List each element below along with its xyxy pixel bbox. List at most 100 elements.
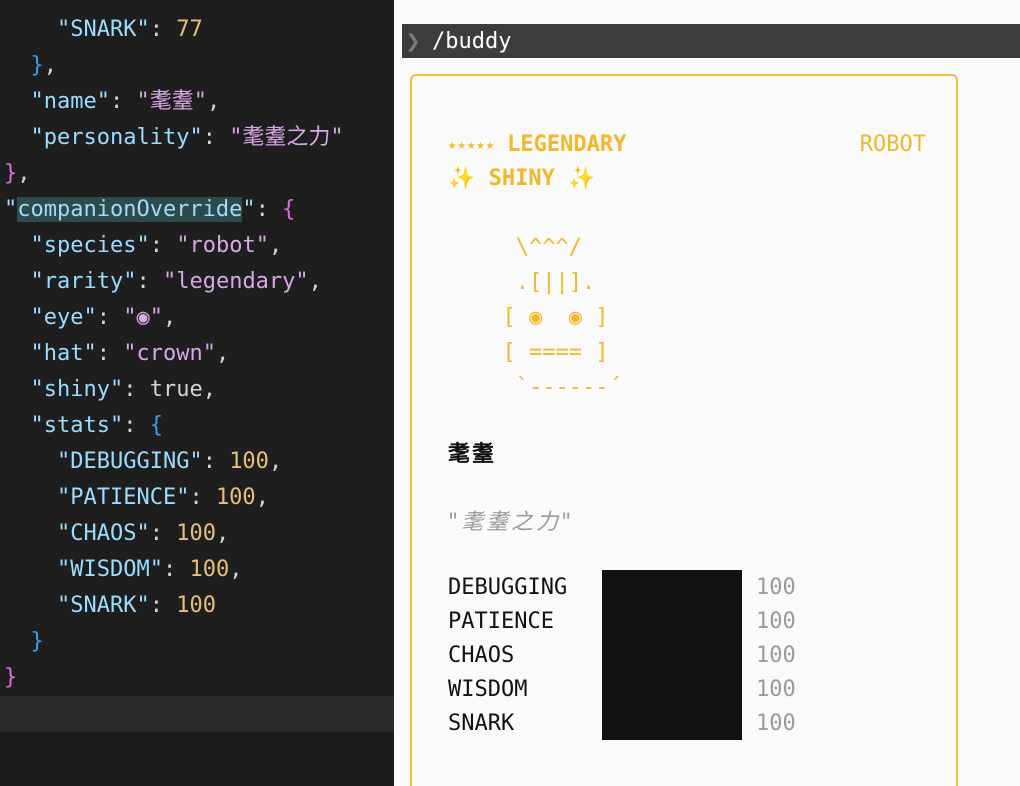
stat-value: 100 xyxy=(756,710,796,736)
code-line[interactable]: "name": "耄耋", xyxy=(4,84,221,120)
pet-name: 耄耋 xyxy=(448,442,497,467)
code-token: "crown" xyxy=(123,341,216,366)
stats-list: DEBUGGING 100 PATIENCE 100 CHAOS 100 WISDOM 100… xyxy=(448,570,928,740)
stat-value: 100 xyxy=(756,642,796,668)
shiny-row: ✨ SHINY ✨ xyxy=(448,166,596,191)
code-line[interactable]: "SNARK": 100 xyxy=(4,588,216,624)
code-token: , xyxy=(162,305,177,330)
code-token: "WISDOM" xyxy=(56,557,163,582)
code-line[interactable]: "eye": "◉", xyxy=(4,300,177,336)
code-editor-pane[interactable]: "SNARK": 77 }, "name": "耄耋", "personalit… xyxy=(0,0,394,786)
code-token: "耄耋" xyxy=(136,89,207,114)
stat-bar-fill xyxy=(602,672,742,706)
code-token: "robot" xyxy=(176,233,269,258)
code-token: , xyxy=(255,485,269,510)
code-token: "◉" xyxy=(123,305,163,330)
stat-row: PATIENCE 100 xyxy=(448,604,928,638)
code-token: "shiny" xyxy=(30,377,124,402)
editor-empty-area xyxy=(0,732,394,786)
code-token: : xyxy=(162,557,190,582)
stat-bar-fill xyxy=(602,638,742,672)
code-token: } xyxy=(4,665,18,690)
code-line[interactable]: "hat": "crown", xyxy=(4,336,230,372)
code-line[interactable]: "DEBUGGING": 100, xyxy=(4,444,282,480)
code-token: 77 xyxy=(176,17,203,42)
code-token: , xyxy=(229,557,243,582)
current-line-highlight xyxy=(0,696,394,732)
sparkle-icon: ✨ xyxy=(448,166,476,191)
pet-personality-quote: "耄耋之力" xyxy=(448,510,575,535)
code-line[interactable]: "companionOverride": { xyxy=(4,192,295,228)
species-label: ROBOT xyxy=(859,132,926,157)
stat-value: 100 xyxy=(756,676,796,702)
shiny-label: SHINY xyxy=(488,166,555,191)
code-token: "name" xyxy=(30,89,110,114)
code-token: , xyxy=(268,449,283,474)
code-token: { xyxy=(282,197,296,222)
code-token: 100 xyxy=(176,593,216,618)
robot-ascii-art: \^^^/ .[||]. [ ◉ ◉ ] [ ==== ] `------´ xyxy=(502,235,622,400)
stat-row: DEBUGGING 100 xyxy=(448,570,928,604)
code-token: , xyxy=(268,233,283,258)
code-line[interactable]: }, xyxy=(4,48,58,84)
code-token: 100 xyxy=(215,485,256,510)
buddy-card: ★★★★★ LEGENDARY ROBOT ✨ SHINY ✨ \^^^/ .[|… xyxy=(410,74,958,786)
stat-row: CHAOS 100 xyxy=(448,638,928,672)
code-token: "eye" xyxy=(30,305,97,330)
code-token: "SNARK" xyxy=(56,17,150,42)
code-line[interactable]: } xyxy=(4,660,17,696)
code-line[interactable]: "personality": "耄耋之力" xyxy=(4,120,344,156)
code-token: "legendary" xyxy=(162,269,309,294)
stat-label: WISDOM xyxy=(448,676,528,702)
code-token: , xyxy=(206,89,221,114)
code-token: "PATIENCE" xyxy=(56,485,190,510)
code-token: , xyxy=(202,377,216,402)
code-token: , xyxy=(308,269,322,294)
code-line[interactable]: }, xyxy=(4,156,31,192)
code-line[interactable]: } xyxy=(4,624,44,660)
code-token: true xyxy=(149,377,203,402)
code-token: "耄耋之力" xyxy=(229,125,344,150)
stat-label: SNARK xyxy=(448,710,515,736)
code-token: : xyxy=(189,485,216,510)
stat-bar xyxy=(602,570,742,604)
code-line[interactable]: "stats": { xyxy=(4,408,163,444)
stat-bar-fill xyxy=(602,570,742,604)
stat-value: 100 xyxy=(756,608,796,634)
stat-bar xyxy=(602,706,742,740)
code-token: : xyxy=(149,233,177,258)
code-token: " xyxy=(242,197,256,222)
chevron-right-icon: ❯ xyxy=(405,30,421,52)
code-token: , xyxy=(215,341,230,366)
rarity-label: LEGENDARY xyxy=(507,132,627,157)
code-line[interactable]: "rarity": "legendary", xyxy=(4,264,322,300)
code-token: "stats" xyxy=(30,413,124,438)
code-token: " xyxy=(4,197,18,222)
code-line[interactable]: "shiny": true, xyxy=(4,372,216,408)
code-token: "personality" xyxy=(30,125,203,150)
code-token: : xyxy=(149,17,177,42)
stat-label: PATIENCE xyxy=(448,608,554,634)
code-line[interactable]: "SNARK": 77 xyxy=(4,12,203,48)
code-token: 100 xyxy=(189,557,230,582)
code-token: "rarity" xyxy=(30,269,137,294)
code-line[interactable]: "species": "robot", xyxy=(4,228,283,264)
code-line[interactable]: "PATIENCE": 100, xyxy=(4,480,269,516)
command-bar[interactable]: ❯ /buddy xyxy=(402,24,1020,58)
code-token: 100 xyxy=(229,449,269,474)
code-token: } xyxy=(4,161,18,186)
code-line[interactable]: "CHAOS": 100, xyxy=(4,516,229,552)
code-token: : xyxy=(149,521,177,546)
terminal-pane[interactable]: ❯ /buddy ★★★★★ LEGENDARY ROBOT ✨ SHINY ✨ … xyxy=(394,0,1020,786)
stat-label: DEBUGGING xyxy=(448,574,568,600)
code-line[interactable]: "WISDOM": 100, xyxy=(4,552,242,588)
rarity-row: ★★★★★ LEGENDARY ROBOT xyxy=(448,132,926,157)
